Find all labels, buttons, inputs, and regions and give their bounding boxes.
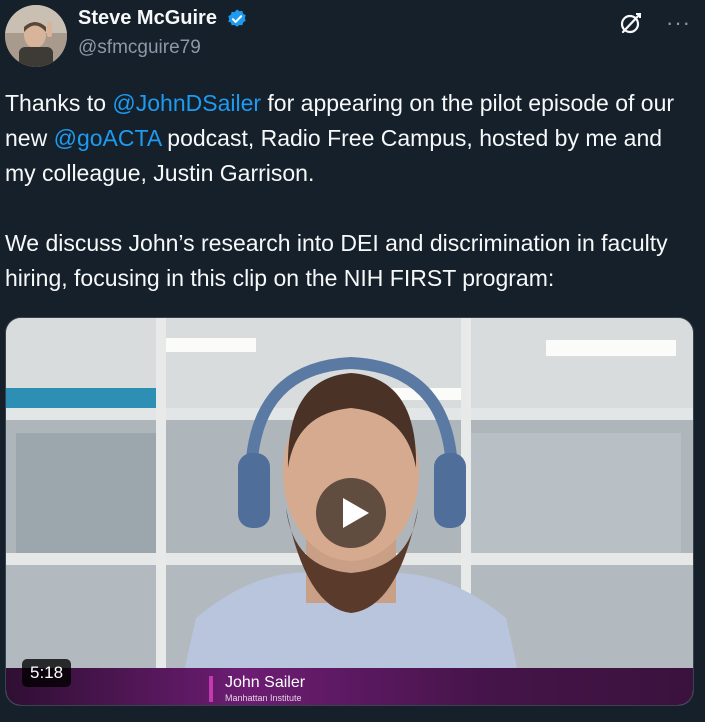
tweet-header: Steve McGuire @sfmcguire79 ··· [0, 0, 705, 80]
author-names: Steve McGuire @sfmcguire79 [78, 7, 248, 59]
play-button[interactable] [316, 478, 386, 548]
mention-link-goacta[interactable]: @goACTA [54, 125, 161, 151]
lower-third-accent [209, 676, 213, 702]
lower-third-org: Manhattan Institute [225, 693, 302, 703]
verified-badge-icon [228, 8, 247, 27]
display-name[interactable]: Steve McGuire [78, 7, 217, 30]
text-segment: Thanks to [5, 90, 113, 116]
tweet-text: Thanks to @JohnDSailer for appearing on … [5, 86, 695, 296]
grok-icon[interactable] [618, 10, 644, 36]
more-icon[interactable]: ··· [666, 12, 691, 34]
tweet-paragraph-2: We discuss John’s research into DEI and … [5, 230, 668, 291]
mention-link-johndsailer[interactable]: @JohnDSailer [112, 90, 261, 116]
avatar[interactable] [5, 5, 67, 67]
author-handle[interactable]: @sfmcguire79 [78, 37, 248, 59]
lower-third-name: John Sailer [225, 674, 306, 691]
tweet-paragraph-1: Thanks to @JohnDSailer for appearing on … [5, 86, 695, 191]
video-player[interactable]: John Sailer Manhattan Institute 5:18 [5, 317, 694, 706]
header-actions: ··· [618, 10, 691, 36]
lower-third: John Sailer Manhattan Institute [6, 668, 693, 705]
video-duration: 5:18 [22, 659, 72, 687]
